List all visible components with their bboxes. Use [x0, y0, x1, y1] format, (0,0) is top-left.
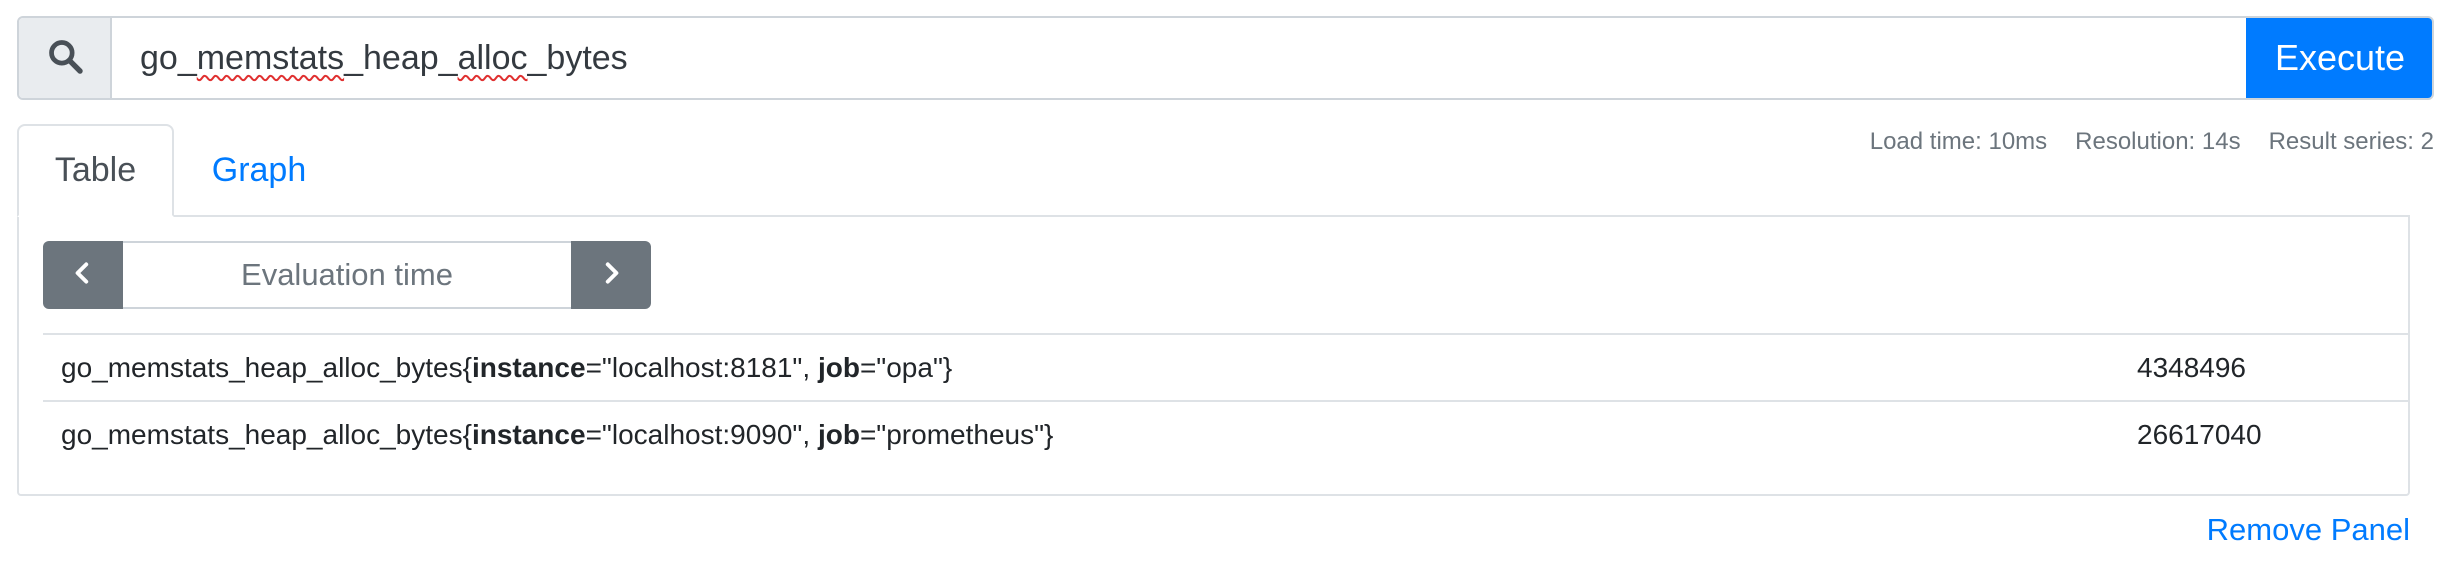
- brace-open: {: [462, 418, 472, 450]
- table-row: go_memstats_heap_alloc_bytes{instance="l…: [43, 333, 2410, 400]
- label-key: job: [817, 351, 860, 383]
- evaluation-time-control: Evaluation time: [43, 241, 651, 309]
- label-key: job: [817, 418, 860, 450]
- tab-table[interactable]: Table: [17, 124, 174, 217]
- label-value: ="opa": [859, 351, 943, 383]
- label-value: ="prometheus": [859, 418, 1045, 450]
- expression-input[interactable]: go_ memstats _heap_ alloc _bytes: [112, 18, 2246, 98]
- brace-close: }: [942, 351, 953, 383]
- expression-part: go_: [140, 38, 197, 77]
- previous-time-button[interactable]: [43, 241, 123, 309]
- chevron-right-icon: [598, 260, 624, 291]
- resolution: Resolution: 14s: [2075, 128, 2241, 155]
- load-time: Load time: 10ms: [1869, 128, 2048, 155]
- result-series: Result series: 2: [2268, 128, 2434, 155]
- query-bar: go_ memstats _heap_ alloc _bytes Execute: [17, 16, 2434, 100]
- expression-part: _heap_: [344, 38, 458, 77]
- label-key: instance: [471, 418, 586, 450]
- evaluation-time-input[interactable]: Evaluation time: [123, 241, 571, 309]
- metric-name: go_memstats_heap_alloc_bytes: [61, 418, 463, 450]
- search-icon: [46, 37, 84, 80]
- tab-graph[interactable]: Graph: [174, 124, 344, 217]
- label-value: ="localhost:8181",: [585, 351, 818, 383]
- brace-open: {: [462, 351, 472, 383]
- series-label[interactable]: go_memstats_heap_alloc_bytes{instance="l…: [61, 352, 952, 384]
- results-table: go_memstats_heap_alloc_bytes{instance="l…: [43, 333, 2410, 467]
- table-panel: Evaluation time go_memstats_heap_alloc_b…: [17, 215, 2410, 496]
- chevron-left-icon: [70, 260, 96, 291]
- brace-close: }: [1044, 418, 1054, 450]
- expression-part-misspelled: alloc: [457, 38, 528, 77]
- label-value: ="localhost:9090",: [585, 418, 818, 450]
- remove-panel-link[interactable]: Remove Panel: [2207, 512, 2410, 548]
- series-label[interactable]: go_memstats_heap_alloc_bytes{instance="l…: [61, 419, 1053, 451]
- series-value: 4348496: [2137, 351, 2247, 383]
- execute-button[interactable]: Execute: [2246, 18, 2432, 98]
- expression-part-misspelled: memstats: [196, 38, 345, 77]
- query-stats: Load time: 10ms Resolution: 14s Result s…: [1870, 128, 2434, 156]
- expression-part: _bytes: [527, 38, 628, 77]
- table-row: go_memstats_heap_alloc_bytes{instance="l…: [43, 400, 2410, 467]
- series-value: 26617040: [2137, 418, 2262, 450]
- panel-tabs: Table Graph: [17, 124, 344, 217]
- next-time-button[interactable]: [571, 241, 651, 309]
- metric-name: go_memstats_heap_alloc_bytes: [61, 351, 463, 383]
- label-key: instance: [471, 351, 586, 383]
- search-prepend: [19, 18, 112, 98]
